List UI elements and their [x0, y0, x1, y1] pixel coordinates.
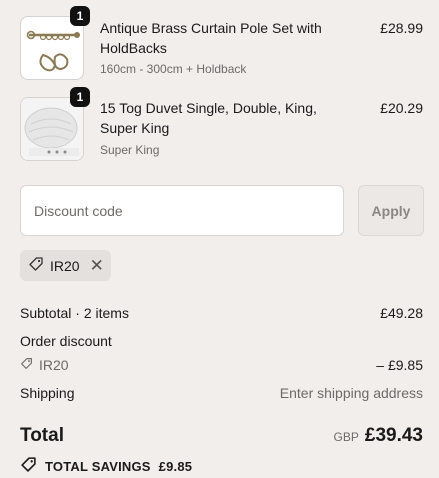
- discount-code-row: IR20 – £9.85: [20, 357, 423, 373]
- discount-code-label: IR20: [39, 357, 69, 373]
- applied-discount-chip: IR20 ✕: [20, 250, 111, 281]
- quantity-badge: 1: [70, 6, 90, 26]
- discount-code-input[interactable]: [20, 185, 344, 236]
- order-discount-label: Order discount: [20, 333, 112, 349]
- subtotal-row: Subtotal · 2 items £49.28: [20, 305, 423, 321]
- order-discount-row: Order discount: [20, 333, 423, 349]
- item-price: £20.29: [380, 100, 423, 116]
- savings-value: £9.85: [158, 458, 193, 474]
- item-title: Antique Brass Curtain Pole Set with Hold…: [100, 20, 322, 56]
- tag-icon: [20, 357, 33, 373]
- discount-value: – £9.85: [376, 357, 423, 373]
- apply-discount-button[interactable]: Apply: [358, 185, 424, 236]
- item-title: 15 Tog Duvet Single, Double, King, Super…: [100, 100, 317, 136]
- item-price: £28.99: [380, 20, 423, 36]
- subtotal-value: £49.28: [380, 305, 423, 321]
- quantity-badge: 1: [70, 87, 90, 107]
- total-savings: TOTAL SAVINGS £9.85: [20, 456, 423, 476]
- shipping-label: Shipping: [20, 385, 75, 401]
- subtotal-label: Subtotal · 2 items: [20, 305, 129, 321]
- total-value: £39.43: [364, 425, 423, 446]
- tag-icon: [20, 456, 37, 476]
- currency-code: GBP: [333, 430, 359, 444]
- item-variant: 160cm - 300cm + Holdback: [100, 62, 247, 76]
- remove-discount-close-icon[interactable]: ✕: [90, 257, 104, 274]
- total-label: Total: [20, 425, 64, 446]
- line-item: 1 15 Tog Duvet Single, Double, King, Sup…: [20, 87, 423, 161]
- savings-label: TOTAL SAVINGS: [45, 458, 151, 474]
- line-item: 1 Antique Brass Curtain Pole Set with Ho…: [20, 6, 423, 80]
- tag-icon: [28, 256, 44, 275]
- total-row: Total GBP £39.43: [20, 425, 423, 447]
- applied-discount-code: IR20: [50, 257, 80, 274]
- shipping-value: Enter shipping address: [279, 385, 423, 401]
- item-variant: Super King: [100, 143, 160, 157]
- shipping-row: Shipping Enter shipping address: [20, 385, 423, 401]
